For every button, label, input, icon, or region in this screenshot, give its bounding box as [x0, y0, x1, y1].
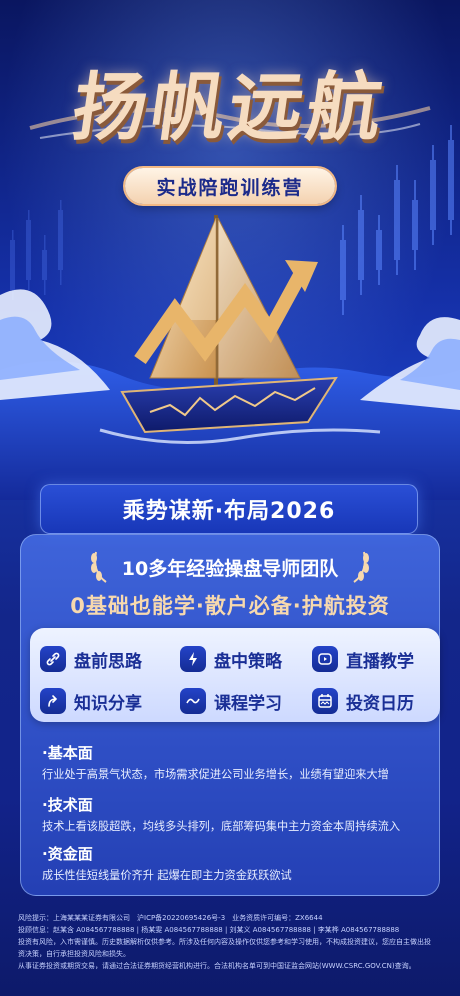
disclaimer-line: 风险提示：上海某某某证券有限公司 沪ICP备20220695426号-3 业务资… — [18, 914, 323, 922]
disclaimer-line: 从事证券投资或期货交易，请通过合法证券期货经营机构进行。合法机构名单可到中国证监… — [18, 962, 416, 970]
headline-banner: 乘势谋新·布局2026 — [40, 484, 418, 534]
title-block: 扬帆远航 — [29, 48, 431, 151]
lightning-icon — [180, 646, 206, 672]
feature-label: 知识分享 — [74, 693, 142, 714]
feature-item[interactable]: 盘前思路 — [40, 644, 142, 674]
feature-item[interactable]: 盘中策略 — [180, 644, 282, 674]
feature-label: 课程学习 — [214, 693, 282, 714]
section-technicals: ·技术面 技术上看该股超跌，均线多头排列，底部筹码集中主力资金本周持续流入 — [42, 794, 432, 834]
feature-item[interactable]: 投资日历 — [312, 686, 414, 716]
section-body: 技术上看该股超跌，均线多头排列，底部筹码集中主力资金本周持续流入 — [42, 820, 401, 833]
page-title: 扬帆远航 — [67, 65, 392, 151]
feature-label: 投资日历 — [346, 693, 414, 714]
feature-item[interactable]: 课程学习 — [180, 686, 282, 716]
laurel-icon — [353, 551, 369, 583]
section-title: ·基本面 — [42, 744, 93, 762]
disclaimer-line: 资决策，自行承担投资风险和损失。 — [18, 950, 130, 958]
section-capital: ·资金面 成长性佳短线量价齐升 起爆在即主力资金跃跃欲试 — [42, 843, 432, 883]
section-title: ·资金面 — [42, 845, 93, 863]
feature-item[interactable]: 直播教学 — [312, 644, 414, 674]
slogan: 0基础也能学·散户必备·护航投资 — [70, 594, 390, 618]
disclaimer: 风险提示：上海某某某证券有限公司 沪ICP备20220695426号-3 业务资… — [18, 912, 446, 972]
play-icon — [312, 646, 338, 672]
disclaimer-line: 投顾信息：赵某含 A084567788888 | 杨某雯 A0845677888… — [18, 926, 400, 934]
calendar-icon — [312, 688, 338, 714]
wave-icon — [180, 688, 206, 714]
sailboat-illustration — [0, 215, 460, 500]
poster: 扬帆远航 实战陪跑训练营 乘势谋新·布局2026 10多年经验操盘导师团队 0基… — [0, 0, 460, 996]
feature-label: 盘中策略 — [214, 651, 282, 672]
section-body: 行业处于高景气状态，市场需求促进公司业务增长，业绩有望迎来大增 — [42, 768, 389, 781]
team-description: 10多年经验操盘导师团队 — [121, 558, 339, 580]
features-panel: 盘前思路 盘中策略 直播教学 知识分享 课程学习 投资日历 — [30, 628, 440, 722]
section-title: ·技术面 — [42, 796, 93, 814]
feature-label: 盘前思路 — [74, 651, 142, 672]
subtitle-badge: 实战陪跑训练营 — [125, 168, 335, 204]
share-arrow-icon — [40, 688, 66, 714]
feature-label: 直播教学 — [346, 651, 414, 672]
section-body: 成长性佳短线量价齐升 起爆在即主力资金跃跃欲试 — [42, 869, 292, 882]
disclaimer-line: 投资有风险，入市需谨慎。历史数据解析仅供参考。所涉及任何内容及操作仅供您参考和学… — [18, 938, 431, 946]
section-fundamentals: ·基本面 行业处于高景气状态，市场需求促进公司业务增长，业绩有望迎来大增 — [42, 742, 432, 782]
link-icon — [40, 646, 66, 672]
feature-item[interactable]: 知识分享 — [40, 686, 142, 716]
